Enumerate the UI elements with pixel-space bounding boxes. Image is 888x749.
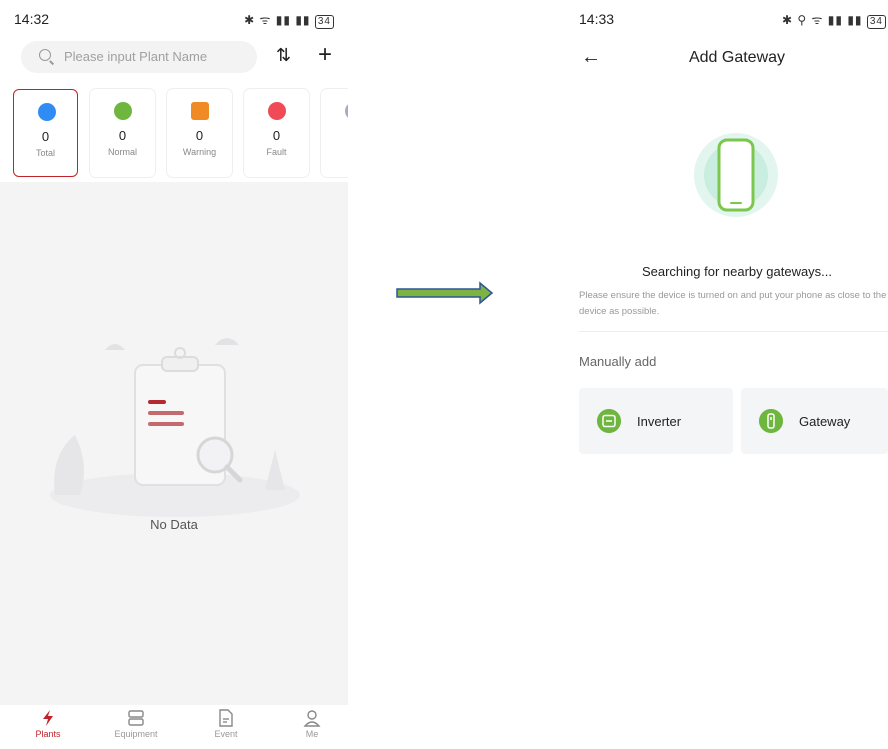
phone-search-icon [694,133,778,217]
card-label: Total [35,148,55,158]
tab-me[interactable]: Me [272,709,352,739]
status-icons: ✱ ᯤ ▮▮ ▮▮ 34 [244,11,334,29]
bottom-tab-bar: Plants Equipment Event Me [0,705,348,749]
plants-body: Please input Plant Name ⇅ + 0 Total 0 No… [0,40,348,705]
search-placeholder: Please input Plant Name [64,49,208,64]
tab-equipment[interactable]: Equipment [96,709,176,739]
tab-event[interactable]: Event [186,709,266,739]
transition-arrow-icon [396,281,494,305]
gateway-icon [759,409,783,433]
card-label: Warning [182,147,217,157]
tab-plants[interactable]: Plants [8,709,88,739]
search-icon [39,49,51,61]
person-icon [303,710,321,727]
sort-icon[interactable]: ⇅ [276,45,291,66]
manual-add-label: Manually add [579,354,657,369]
card-offline[interactable]: O [321,89,348,177]
tab-label: Plants [35,729,61,739]
check-icon [114,102,132,120]
status-time: 14:32 [14,11,50,27]
add-gateway-screen: 14:33 ✱ ⚲ ᯤ ▮▮ ▮▮ 34 ← Add Gateway Searc… [562,0,888,749]
status-bar: 14:32 ✱ ᯤ ▮▮ ▮▮ 34 [0,0,348,40]
inverter-icon [597,409,621,433]
card-label: O [321,147,348,157]
card-fault[interactable]: 0 Fault [244,89,309,177]
warning-icon [191,102,209,120]
card-count: 0 [118,128,127,143]
no-data-message: No Data [150,517,198,532]
card-count: 0 [272,128,281,143]
status-icons: ✱ ⚲ ᯤ ▮▮ ▮▮ 34 [782,11,886,29]
battery-icon: 34 [866,15,886,29]
tab-label: Equipment [114,729,158,739]
empty-clipboard-illustration [50,338,300,517]
add-plant-button[interactable]: + [318,41,332,69]
card-label: Fault [266,147,287,157]
lightning-icon [43,710,53,726]
searching-status: Searching for nearby gateways... [641,264,833,279]
battery-icon: 34 [314,15,334,29]
tab-label: Event [214,729,238,739]
comparison-stage: 14:32 ✱ ᯤ ▮▮ ▮▮ 34 Please input Plant Na… [0,0,888,749]
card-count: 0 [41,129,50,144]
pie-chart-icon [38,103,56,121]
plant-search-input[interactable]: Please input Plant Name [21,41,257,73]
status-cards: 0 Total 0 Normal 0 Warning 0 Fault [0,82,348,182]
card-label: Normal [107,147,137,157]
card-normal[interactable]: 0 Normal [90,89,155,177]
status-time: 14:33 [579,11,615,27]
card-count: 0 [195,128,204,143]
offline-icon [345,102,348,120]
plants-screen: 14:32 ✱ ᯤ ▮▮ ▮▮ 34 Please input Plant Na… [0,0,348,749]
fault-icon [268,102,286,120]
server-icon [128,710,144,726]
option-label: Gateway [799,414,851,429]
divider [579,331,888,332]
page-title: Add Gateway [688,49,786,66]
card-total[interactable]: 0 Total [13,89,78,177]
search-hint: Please ensure the device is turned on an… [579,290,887,317]
tab-label: Me [305,729,319,739]
add-gateway-button[interactable]: Gateway [741,388,888,454]
option-label: Inverter [637,414,682,429]
card-warning[interactable]: 0 Warning [167,89,232,177]
add-inverter-button[interactable]: Inverter [579,388,733,454]
search-row: Please input Plant Name ⇅ + [0,40,348,82]
document-icon [219,709,233,727]
